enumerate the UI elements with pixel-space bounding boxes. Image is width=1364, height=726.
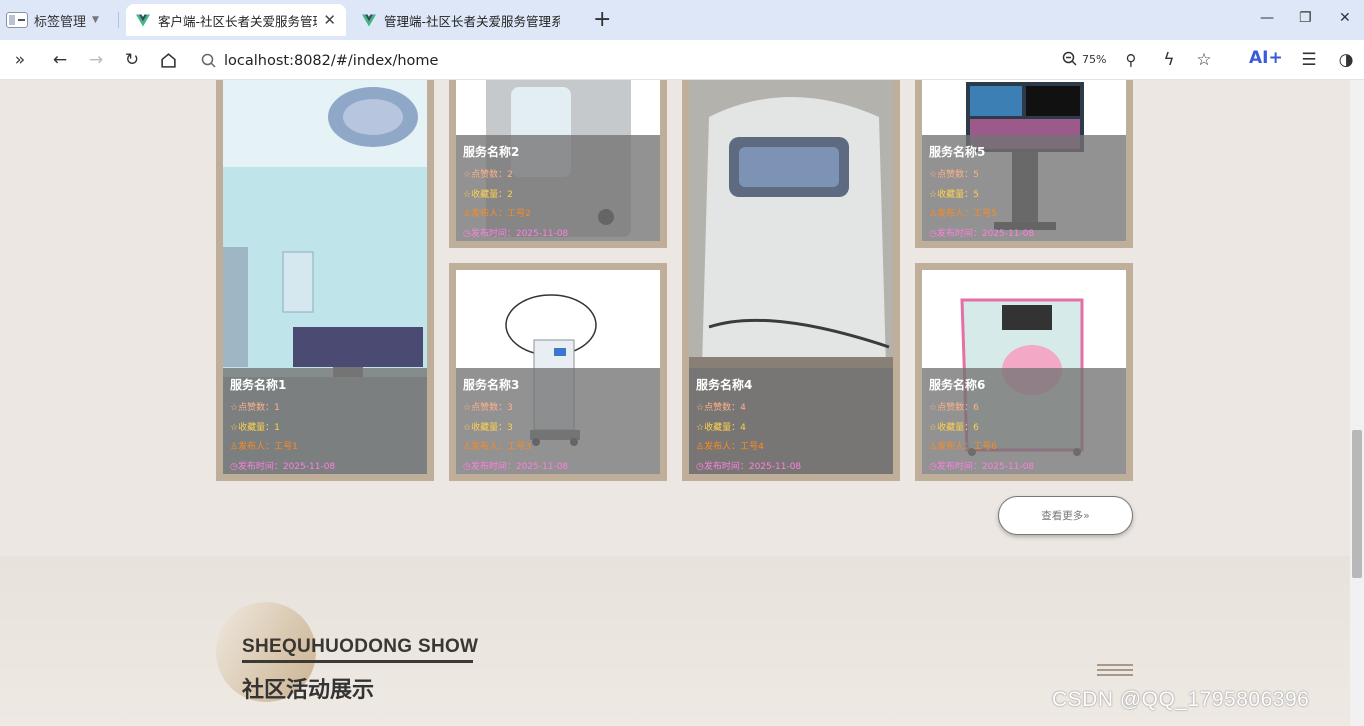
card-info-panel: 服务名称1 ☆点赞数：1 ☆收藏量：1 ♙发布人：工号1 ◷发布时间：2025-…	[223, 368, 427, 474]
publish-time: ◷发布时间：2025-11-08	[929, 461, 1035, 472]
publisher: ♙发布人：工号3	[463, 442, 531, 452]
publisher: ♙发布人：工号6	[929, 442, 997, 452]
publish-time: ◷发布时间：2025-11-08	[929, 228, 1035, 239]
section-title-en: SHEQUHUODONG SHOW	[242, 636, 479, 657]
like-count: ☆点赞数：1	[230, 403, 280, 413]
like-count: ☆点赞数：3	[463, 403, 513, 413]
back-icon[interactable]: ←	[50, 50, 70, 70]
url-field[interactable]: localhost:8082/#/index/home	[200, 49, 1050, 73]
like-count: ☆点赞数：2	[463, 170, 513, 180]
watermark: CSDN @QQ_1795806396	[1052, 688, 1310, 711]
new-tab-button[interactable]: +	[593, 7, 611, 32]
service-card[interactable]: 服务名称4 ☆点赞数：4 ☆收藏量：4 ♙发布人：工号4 ◷发布时间：2025-…	[682, 80, 900, 481]
zoom-level: 75%	[1082, 52, 1107, 66]
section-title-underline	[242, 660, 473, 663]
search-icon	[201, 53, 216, 68]
card-info-panel: 服务名称6 ☆点赞数：6 ☆收藏量：6 ♙发布人：工号6 ◷发布时间：2025-…	[922, 368, 1126, 474]
url-text: localhost:8082/#/index/home	[224, 53, 439, 69]
address-bar: » ← → ↻ localhost:8082/#/index/home 75% …	[0, 40, 1364, 80]
scrollbar-thumb[interactable]	[1352, 430, 1362, 578]
favorite-count: ☆收藏量：1	[230, 422, 280, 433]
favorite-count: ☆收藏量：5	[929, 189, 979, 200]
service-name: 服务名称4	[696, 378, 753, 392]
service-name: 服务名称6	[929, 378, 986, 392]
publisher: ♙发布人：工号4	[696, 442, 764, 452]
tab-divider	[118, 12, 119, 28]
zoom-out-icon	[1062, 51, 1077, 66]
view-more-button[interactable]: 查看更多»	[998, 496, 1133, 535]
tab-manager-icon	[6, 12, 28, 28]
service-name: 服务名称1	[230, 378, 287, 392]
publish-time: ◷发布时间：2025-11-08	[696, 461, 802, 472]
minimize-icon[interactable]: —	[1260, 10, 1274, 26]
publisher: ♙发布人：工号2	[463, 209, 531, 219]
tab-manager-label: 标签管理	[34, 14, 87, 30]
tab-manager-button[interactable]: 标签管理 ▼	[6, 8, 99, 32]
like-count: ☆点赞数：6	[929, 403, 979, 413]
section-title-cn: 社区活动展示	[242, 678, 375, 703]
favorite-count: ☆收藏量：6	[929, 422, 979, 433]
zoom-indicator[interactable]: 75%	[1062, 51, 1106, 67]
card-info-panel: 服务名称5 ☆点赞数：5 ☆收藏量：5 ♙发布人：工号5 ◷发布时间：2025-…	[922, 135, 1126, 241]
service-card[interactable]: 服务名称3 ☆点赞数：3 ☆收藏量：3 ♙发布人：工号3 ◷发布时间：2025-…	[449, 263, 667, 481]
profile-icon[interactable]: ◑	[1336, 50, 1356, 70]
service-card[interactable]: 服务名称6 ☆点赞数：6 ☆收藏量：6 ♙发布人：工号6 ◷发布时间：2025-…	[915, 263, 1133, 481]
page-content: 服务名称1 ☆点赞数：1 ☆收藏量：1 ♙发布人：工号1 ◷发布时间：2025-…	[0, 80, 1350, 726]
key-icon[interactable]: ⚲	[1121, 50, 1141, 70]
favorite-count: ☆收藏量：4	[696, 422, 746, 433]
publisher: ♙发布人：工号5	[929, 209, 997, 219]
sidebar-toggle-icon[interactable]: »	[10, 50, 30, 70]
service-name: 服务名称3	[463, 378, 520, 392]
vue-logo-icon	[362, 14, 376, 26]
browser-tab-bar: 标签管理 ▼ 客户端-社区长者关爱服务管理 ✕ 管理端-社区长者关爱服务管理系 …	[0, 0, 1364, 40]
reload-icon[interactable]: ↻	[122, 50, 142, 70]
favorite-count: ☆收藏量：2	[463, 189, 513, 200]
service-name: 服务名称5	[929, 145, 986, 159]
service-card[interactable]: 服务名称5 ☆点赞数：5 ☆收藏量：5 ♙发布人：工号5 ◷发布时间：2025-…	[915, 80, 1133, 248]
tab-admin[interactable]: 管理端-社区长者关爱服务管理系	[352, 4, 570, 36]
publish-time: ◷发布时间：2025-11-08	[463, 228, 569, 239]
publish-time: ◷发布时间：2025-11-08	[463, 461, 569, 472]
forward-icon[interactable]: →	[86, 50, 106, 70]
like-count: ☆点赞数：4	[696, 403, 746, 413]
caret-down-icon: ▼	[92, 15, 99, 25]
ai-assistant-button[interactable]: AI+	[1249, 48, 1283, 68]
card-info-panel: 服务名称2 ☆点赞数：2 ☆收藏量：2 ♙发布人：工号2 ◷发布时间：2025-…	[456, 135, 660, 241]
service-card[interactable]: 服务名称2 ☆点赞数：2 ☆收藏量：2 ♙发布人：工号2 ◷发布时间：2025-…	[449, 80, 667, 248]
home-icon[interactable]	[158, 50, 178, 70]
tab-title: 管理端-社区长者关爱服务管理系	[384, 13, 560, 29]
section-menu-icon	[1097, 664, 1133, 678]
reading-list-icon[interactable]: ☰	[1299, 50, 1319, 70]
like-count: ☆点赞数：5	[929, 170, 979, 180]
vue-logo-icon	[136, 14, 150, 26]
favorite-count: ☆收藏量：3	[463, 422, 513, 433]
close-tab-icon[interactable]: ✕	[323, 11, 336, 29]
restore-icon[interactable]: ❐	[1299, 10, 1312, 26]
tab-title: 客户端-社区长者关爱服务管理	[158, 13, 318, 29]
publisher: ♙发布人：工号1	[230, 442, 298, 452]
service-name: 服务名称2	[463, 145, 520, 159]
service-card[interactable]: 服务名称1 ☆点赞数：1 ☆收藏量：1 ♙发布人：工号1 ◷发布时间：2025-…	[216, 80, 434, 481]
page-scrollbar[interactable]	[1350, 80, 1364, 726]
lightning-icon[interactable]: ϟ	[1159, 50, 1179, 70]
close-window-icon[interactable]: ✕	[1339, 10, 1351, 26]
card-info-panel: 服务名称4 ☆点赞数：4 ☆收藏量：4 ♙发布人：工号4 ◷发布时间：2025-…	[689, 368, 893, 474]
card-info-panel: 服务名称3 ☆点赞数：3 ☆收藏量：3 ♙发布人：工号3 ◷发布时间：2025-…	[456, 368, 660, 474]
publish-time: ◷发布时间：2025-11-08	[230, 461, 336, 472]
star-icon[interactable]: ☆	[1194, 50, 1214, 70]
tab-client[interactable]: 客户端-社区长者关爱服务管理 ✕	[126, 4, 346, 36]
